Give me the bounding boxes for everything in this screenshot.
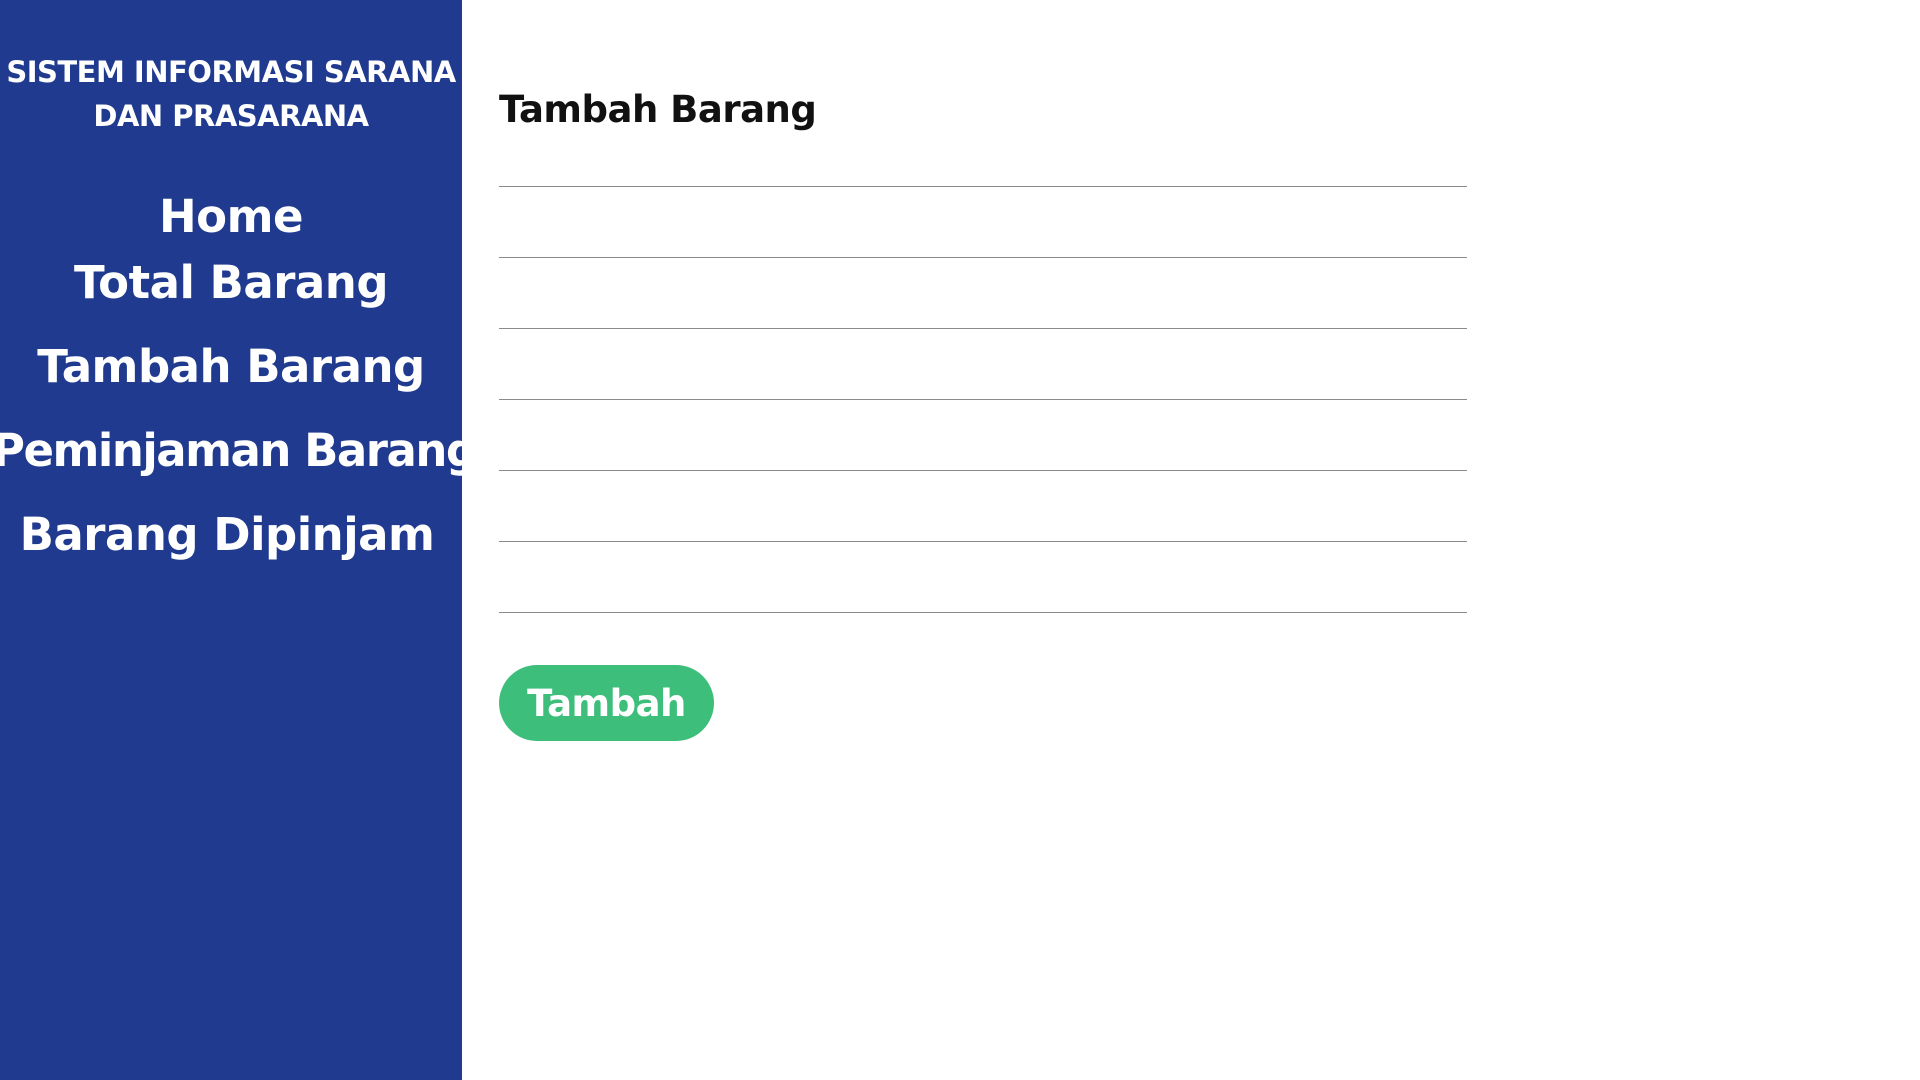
sidebar-item-total-barang[interactable]: Total Barang bbox=[0, 256, 462, 309]
form-field-2[interactable] bbox=[499, 217, 1467, 258]
app-title: SISTEM INFORMASI SARANA DAN PRASARANA bbox=[0, 50, 462, 138]
form-field-1[interactable] bbox=[499, 146, 1467, 187]
sidebar-item-tambah-barang[interactable]: Tambah Barang bbox=[0, 340, 462, 393]
main-content: Tambah Barang Tambah bbox=[462, 0, 1920, 1080]
app-title-line-2: DAN PRASARANA bbox=[93, 99, 369, 133]
sidebar: SISTEM INFORMASI SARANA DAN PRASARANA Ho… bbox=[0, 0, 478, 1080]
sidebar-item-home[interactable]: Home bbox=[0, 190, 462, 243]
app-window: SISTEM INFORMASI SARANA DAN PRASARANA Ho… bbox=[0, 0, 1920, 1080]
app-title-line-1: SISTEM INFORMASI SARANA bbox=[6, 55, 456, 89]
form-field-5[interactable] bbox=[499, 430, 1467, 471]
form-field-7[interactable] bbox=[499, 572, 1467, 613]
sidebar-item-peminjaman-barang[interactable]: Peminjaman Barang bbox=[0, 424, 478, 477]
form-field-4[interactable] bbox=[499, 359, 1467, 400]
tambah-button[interactable]: Tambah bbox=[499, 665, 714, 741]
form-field-6[interactable] bbox=[499, 501, 1467, 542]
page-title: Tambah Barang bbox=[499, 88, 817, 131]
sidebar-item-barang-dipinjam[interactable]: Barang Dipinjam bbox=[0, 508, 458, 561]
form-field-3[interactable] bbox=[499, 288, 1467, 329]
